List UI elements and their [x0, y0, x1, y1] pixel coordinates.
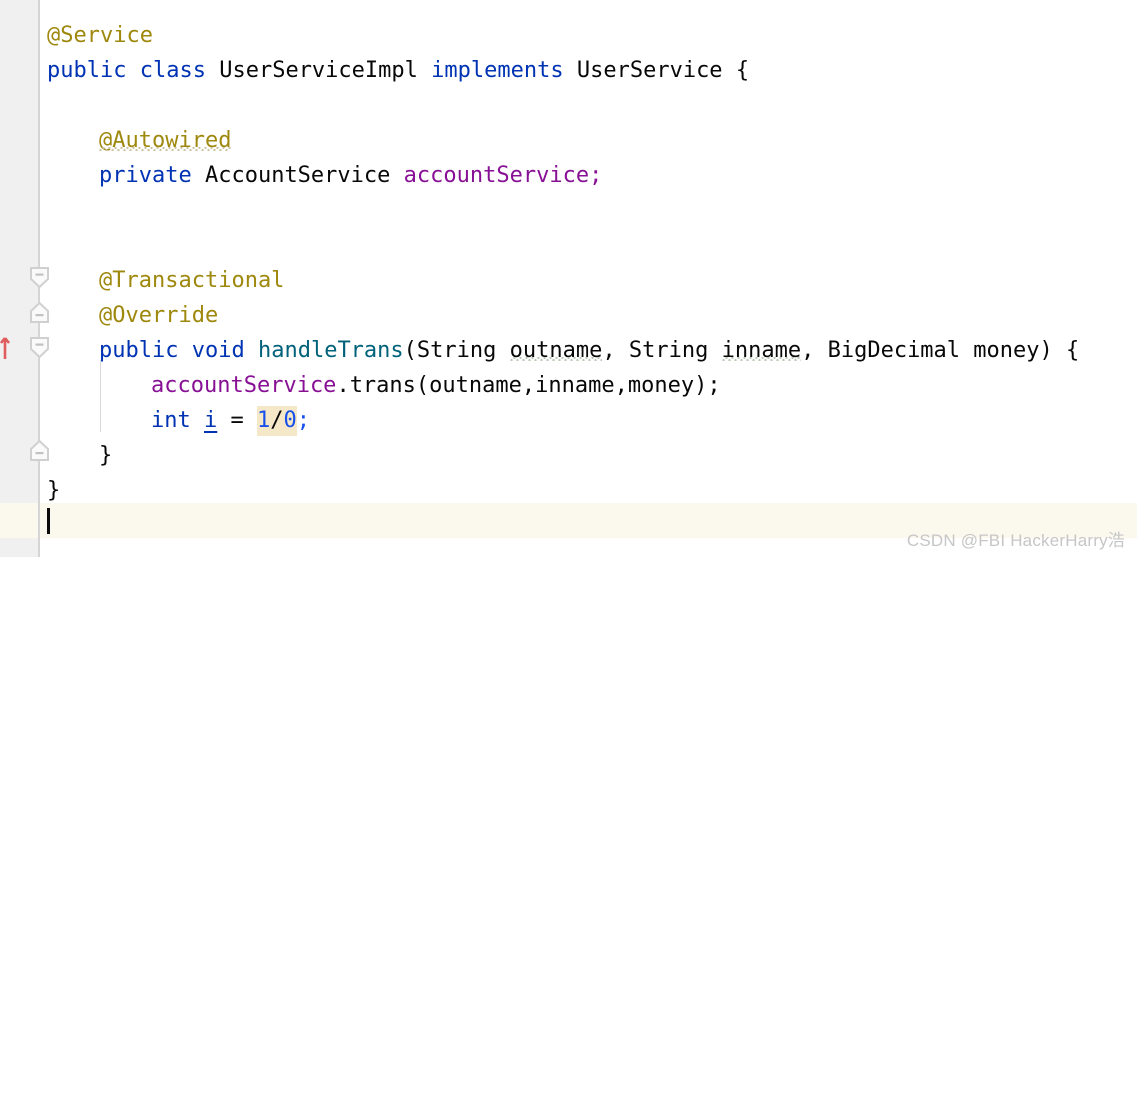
brace-close-method: }	[99, 443, 113, 468]
semicolon: ;	[589, 163, 603, 188]
type-account-service: AccountService	[204, 163, 391, 188]
comma: ,	[801, 338, 828, 363]
brace-open: {	[1066, 338, 1080, 363]
keyword-private: private	[99, 163, 192, 188]
keyword-implements: implements	[431, 58, 564, 83]
denominator: 0	[283, 408, 297, 433]
code-line: private AccountService accountService;	[99, 158, 602, 193]
local-variable-i: i	[204, 408, 218, 433]
brace-open: {	[735, 58, 750, 83]
code-line: }	[47, 473, 60, 508]
keyword-public: public	[47, 58, 127, 83]
code-line: @Override	[99, 298, 218, 333]
paren-open: (	[403, 338, 417, 363]
field-account-service: accountService	[403, 163, 590, 188]
division-by-zero-highlight: 1/0	[257, 406, 297, 436]
keyword-int: int	[151, 408, 191, 433]
keyword-class: class	[139, 58, 206, 83]
code-line: }	[99, 438, 112, 473]
semicolon: ;	[296, 408, 310, 433]
brace-close-class: }	[47, 478, 61, 503]
call-method-trans: trans	[349, 373, 416, 398]
type-string: String	[628, 338, 709, 363]
type-string: String	[416, 338, 497, 363]
interface-name: UserService	[576, 58, 723, 83]
type-bigdecimal: BigDecimal	[827, 338, 961, 363]
method-name-handle-trans: handleTrans	[257, 338, 404, 363]
code-line: accountService.trans(outname,inname,mone…	[151, 368, 721, 403]
code-line: int i = 1/0;	[151, 403, 310, 438]
text-caret	[47, 508, 50, 534]
code-line: public class UserServiceImpl implements …	[47, 53, 749, 88]
param-outname: outname	[509, 338, 603, 363]
code-line: @Service	[47, 18, 153, 53]
paren-close: )	[1039, 338, 1053, 363]
code-line: @Autowired	[99, 123, 231, 158]
code-editor[interactable]: @Service public class UserServiceImpl im…	[0, 0, 1137, 557]
divide-operator: /	[270, 408, 284, 433]
keyword-void: void	[191, 338, 245, 363]
call-arguments: (outname,inname,money);	[415, 373, 721, 398]
code-line: @Transactional	[99, 263, 284, 298]
code-line: public void handleTrans(String outname, …	[99, 333, 1079, 368]
code-content[interactable]: @Service public class UserServiceImpl im…	[0, 0, 1137, 557]
annotation-transactional: @Transactional	[99, 268, 285, 293]
comma: ,	[602, 338, 629, 363]
annotation-override: @Override	[99, 303, 219, 328]
keyword-public: public	[99, 338, 179, 363]
dot: .	[336, 373, 350, 398]
annotation-autowired: @Autowired	[99, 128, 232, 153]
call-receiver-account-service: accountService	[151, 373, 337, 398]
numerator: 1	[257, 408, 271, 433]
annotation-service: @Service	[47, 23, 153, 48]
param-inname: inname	[721, 338, 802, 363]
param-money: money	[973, 338, 1040, 363]
watermark-text: CSDN @FBI HackerHarry浩	[906, 531, 1125, 550]
assign-operator: =	[217, 408, 257, 433]
class-name: UserServiceImpl	[219, 58, 418, 83]
